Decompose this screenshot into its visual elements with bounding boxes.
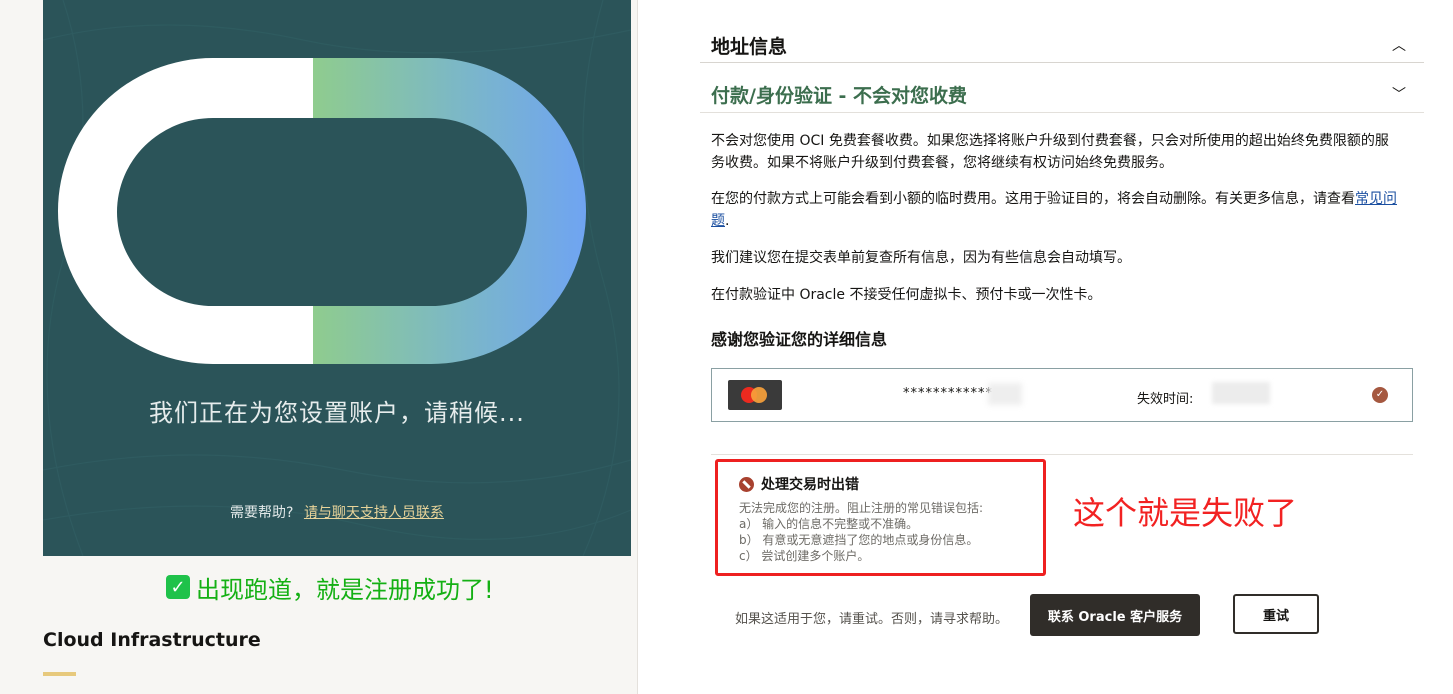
right-panel: 地址信息 ︿ 付款/身份验证 - 不会对您收费 ﹀ 不会对您使用 OCI 免费套… <box>700 0 1424 694</box>
left-panel: 我们正在为您设置账户，请稍候... 需要帮助? 请与聊天支持人员联系 ✓ 出现跑… <box>0 0 638 694</box>
error-title-text: 处理交易时出错 <box>761 477 859 493</box>
divider <box>711 454 1413 455</box>
error-panel: 处理交易时出错 无法完成您的注册。阻止注册的常见错误包括: a） 输入的信息不完… <box>715 459 1046 576</box>
error-title: 处理交易时出错 <box>739 474 859 494</box>
help-line: 需要帮助? 请与聊天支持人员联系 <box>43 502 631 522</box>
retry-button[interactable]: 重试 <box>1233 594 1319 634</box>
setup-hero: 我们正在为您设置账户，请稍候... 需要帮助? 请与聊天支持人员联系 <box>43 0 631 556</box>
success-annotation: ✓ 出现跑道，就是注册成功了! <box>166 570 494 604</box>
temp-charge-suffix: . <box>725 213 730 229</box>
runway-logo <box>43 0 631 556</box>
error-details: 无法完成您的注册。阻止注册的常见错误包括: a） 输入的信息不完整或不准确。 b… <box>739 500 983 564</box>
mastercard-icon <box>728 380 782 410</box>
verify-title: 感谢您验证您的详细信息 <box>711 330 888 349</box>
free-tier-info: 不会对您使用 OCI 免费套餐收费。如果您选择将账户升级到付费套餐，只会对所使用… <box>711 133 1389 171</box>
chat-support-link[interactable]: 请与聊天支持人员联系 <box>304 505 444 521</box>
success-annotation-text: 出现跑道，就是注册成功了! <box>196 575 494 604</box>
expiry-label: 失效时间: <box>1137 392 1194 407</box>
payment-section-title: 付款/身份验证 - 不会对您收费 <box>711 84 968 107</box>
product-title: Cloud Infrastructure <box>43 629 261 651</box>
setup-message: 我们正在为您设置账户，请稍候... <box>149 399 525 427</box>
help-prefix: 需要帮助? <box>230 505 294 521</box>
check-icon: ✓ <box>166 575 190 599</box>
chevron-down-icon[interactable]: ﹀ <box>1392 84 1406 104</box>
contact-support-button[interactable]: 联系 Oracle 客户服务 <box>1030 594 1200 636</box>
address-section-title: 地址信息 <box>711 35 788 58</box>
chevron-up-icon[interactable]: ︿ <box>1392 35 1406 55</box>
ban-icon <box>739 476 754 492</box>
saved-card: ************ 失效时间: ✓ <box>711 368 1413 422</box>
error-line: b） 有意或无意遮挡了您的地点或身份信息。 <box>739 533 979 547</box>
error-line: 无法完成您的注册。阻止注册的常见错误包括: <box>739 501 984 515</box>
redacted-expiry <box>1212 382 1270 404</box>
address-section-header[interactable]: 地址信息 ︿ <box>700 30 1424 63</box>
card-policy-info: 在付款验证中 Oracle 不接受任何虚拟卡、预付卡或一次性卡。 <box>711 287 1102 303</box>
error-line: a） 输入的信息不完整或不准确。 <box>739 517 919 531</box>
error-line: c） 尝试创建多个账户。 <box>739 549 870 563</box>
card-number: ************ <box>903 386 993 401</box>
temp-charge-info: 在您的付款方式上可能会看到小额的临时费用。这用于验证目的，将会自动删除。有关更多… <box>711 188 1401 232</box>
payment-section-header[interactable]: 付款/身份验证 - 不会对您收费 ﹀ <box>700 76 1424 113</box>
temp-charge-text: 在您的付款方式上可能会看到小额的临时费用。这用于验证目的，将会自动删除。有关更多… <box>711 191 1355 207</box>
failure-annotation: 这个就是失败了 <box>1073 494 1298 532</box>
title-accent-bar <box>43 672 76 676</box>
verified-check-icon: ✓ <box>1372 387 1388 403</box>
retry-help-text: 如果这适用于您，请重试。否则，请寻求帮助。 <box>735 612 1009 627</box>
redacted-card-digits <box>988 383 1022 405</box>
review-info: 我们建议您在提交表单前复查所有信息，因为有些信息会自动填写。 <box>711 250 1131 266</box>
